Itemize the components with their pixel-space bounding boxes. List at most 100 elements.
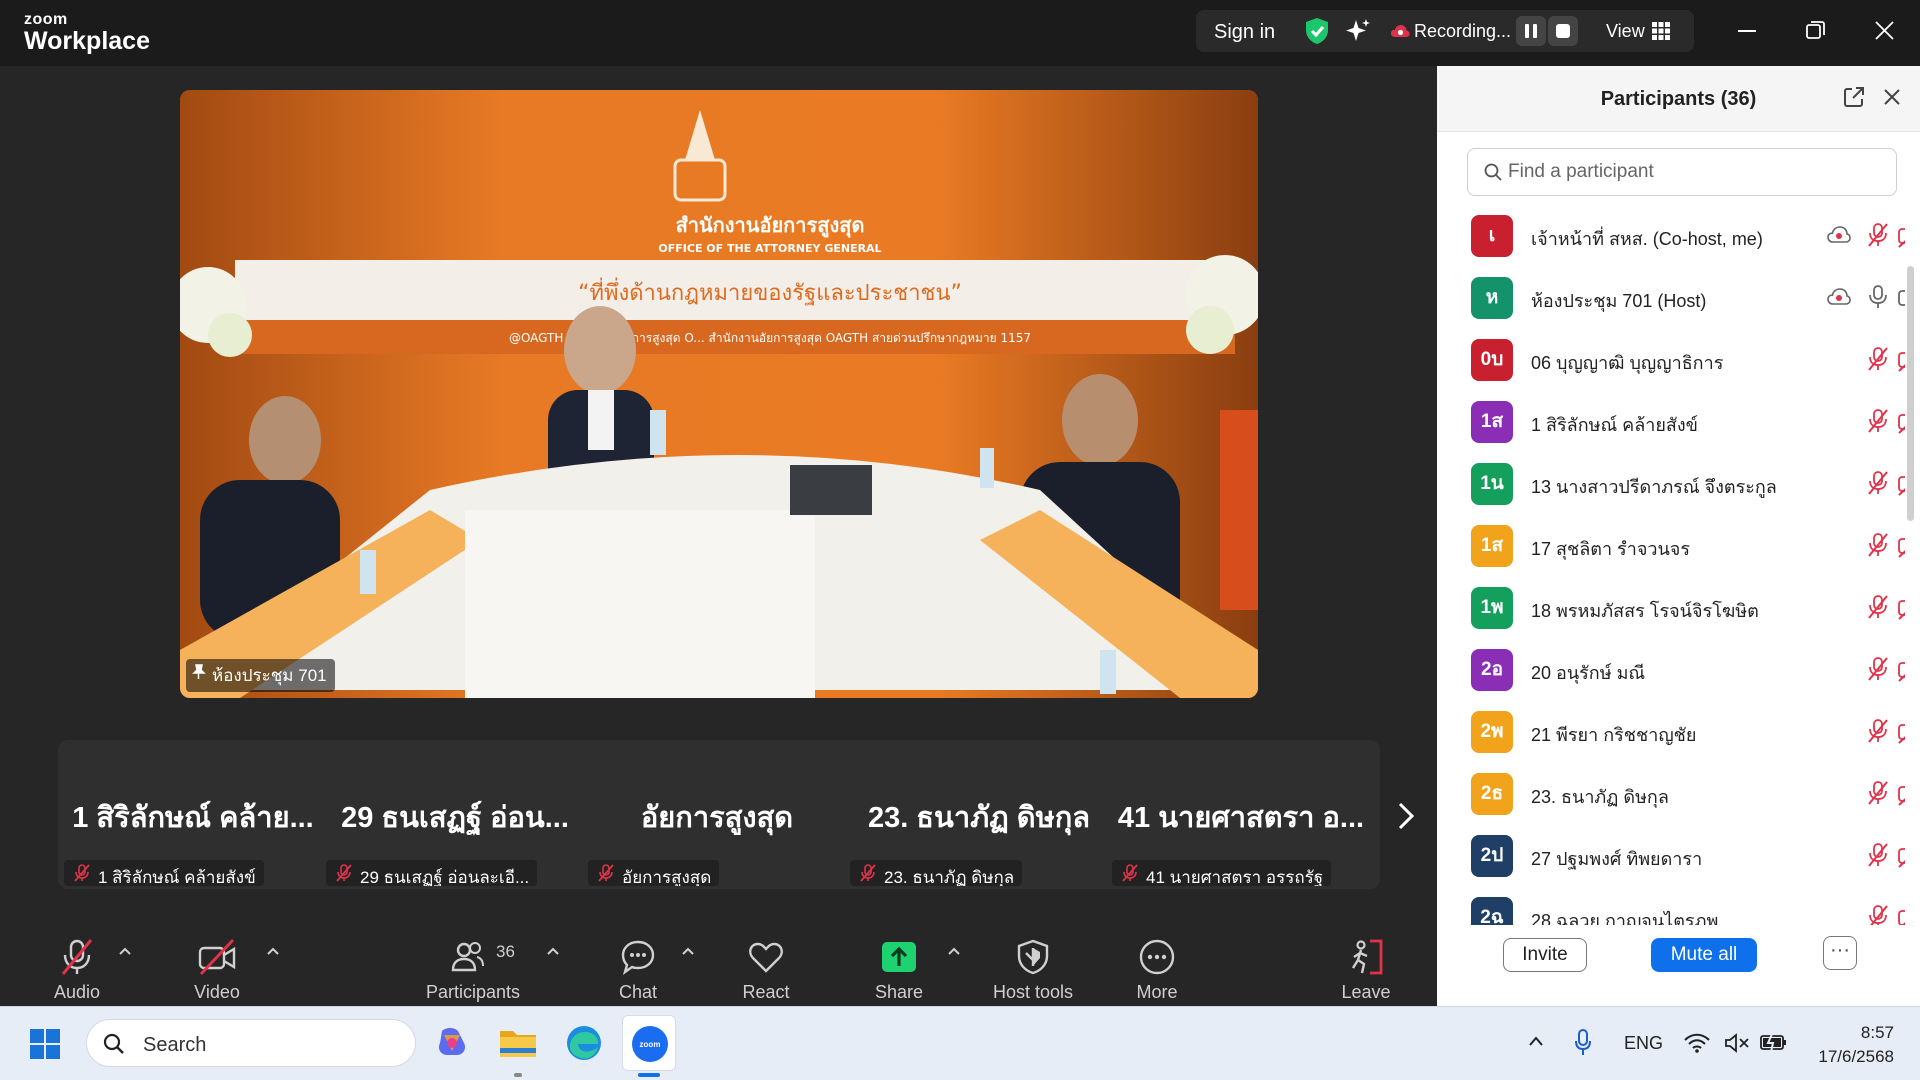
- pause-recording-button[interactable]: [1516, 16, 1546, 46]
- video-frame-scene: สำนักงานอัยการสูงสุด OFFICE OF THE ATTOR…: [180, 90, 1258, 698]
- logo-bottom: Workplace: [24, 27, 150, 55]
- mic-muted-icon[interactable]: [1867, 223, 1889, 247]
- participant-search-input[interactable]: [1508, 159, 1878, 185]
- strip-tile[interactable]: 29 ธนเสฏฐ์ อ่อน... 29 ธนเสฏฐ์ อ่อนละเอี.…: [320, 740, 582, 889]
- video-options-caret-icon[interactable]: [266, 946, 280, 956]
- participant-row[interactable]: เ เจ้าหน้าที่ สหส. (Co-host, me): [1437, 207, 1905, 269]
- invite-button[interactable]: Invite: [1503, 938, 1587, 972]
- camera-off-icon[interactable]: [1897, 596, 1905, 620]
- react-button[interactable]: React: [701, 938, 831, 1010]
- video-name-label: ห้องประชุม 701: [212, 666, 327, 685]
- host-tools-button[interactable]: Host tools: [968, 938, 1098, 1010]
- participant-row[interactable]: 2ฉ 28 ฉลวย กาญจนไตรภพ: [1437, 889, 1905, 925]
- scrollbar-thumb[interactable]: [1907, 266, 1914, 521]
- participant-search-box[interactable]: [1467, 148, 1897, 196]
- camera-off-icon[interactable]: [1897, 658, 1905, 682]
- camera-icon[interactable]: [1897, 286, 1905, 310]
- strip-tile[interactable]: 41 นายศาสตรา อ... 41 นายศาสตรา อรรถรัฐ: [1106, 740, 1368, 889]
- mic-muted-icon[interactable]: [1867, 347, 1889, 371]
- input-language-indicator[interactable]: ENG: [1624, 1033, 1663, 1054]
- participant-row[interactable]: 2ป 27 ปฐมพงศ์ ทิพยดารา: [1437, 827, 1905, 889]
- participant-strip: 1 สิริลักษณ์ คล้าย... 1 สิริลักษณ์ คล้าย…: [58, 740, 1380, 889]
- mic-muted-icon[interactable]: [1867, 471, 1889, 495]
- more-button[interactable]: More: [1092, 938, 1222, 1010]
- video-button[interactable]: Video: [152, 938, 282, 1010]
- close-panel-icon[interactable]: [1883, 88, 1901, 106]
- participant-row[interactable]: 2ธ 23. ธนาภัฏ ดิษกุล: [1437, 765, 1905, 827]
- participant-name: 17 สุชลิตา รำจวนจร: [1531, 539, 1691, 559]
- strip-tile[interactable]: อัยการสูงสุด อัยการสูงสุด: [582, 740, 844, 889]
- mic-muted-icon[interactable]: [1867, 533, 1889, 557]
- minimize-icon[interactable]: [1738, 30, 1756, 32]
- audio-options-caret-icon[interactable]: [118, 946, 132, 956]
- camera-off-icon[interactable]: [1897, 348, 1905, 372]
- file-explorer-app-icon[interactable]: [496, 1021, 540, 1065]
- strip-tile[interactable]: 23. ธนาภัฏ ดิษกุล 23. ธนาภัฏ ดิษกุล: [844, 740, 1106, 889]
- stop-recording-button[interactable]: [1548, 16, 1578, 46]
- participant-row[interactable]: 0บ 06 บุญญาฒิ บุญญาธิการ: [1437, 331, 1905, 393]
- close-window-icon[interactable]: [1875, 21, 1894, 40]
- backdrop-title-th: สำนักงานอัยการสูงสุด: [676, 213, 865, 239]
- microphone-in-use-icon[interactable]: [1574, 1029, 1592, 1057]
- taskbar-search-box[interactable]: Search: [86, 1019, 416, 1067]
- camera-off-icon[interactable]: [1897, 410, 1905, 434]
- strip-tile[interactable]: 1 สิริลักษณ์ คล้าย... 1 สิริลักษณ์ คล้าย…: [58, 740, 320, 889]
- participant-row[interactable]: 1พ 18 พรหมภัสสร โรจน์จิรโฆษิต: [1437, 579, 1905, 641]
- participant-row[interactable]: 2อ 20 อนุรักษ์ มณี: [1437, 641, 1905, 703]
- camera-off-icon[interactable]: [1897, 472, 1905, 496]
- wifi-icon[interactable]: [1684, 1033, 1710, 1053]
- share-button[interactable]: Share: [834, 938, 964, 1010]
- camera-off-icon[interactable]: [1897, 844, 1905, 868]
- edge-browser-icon[interactable]: [562, 1021, 606, 1065]
- mic-muted-icon[interactable]: [1867, 719, 1889, 743]
- camera-off-icon[interactable]: [1897, 534, 1905, 558]
- clock-time: 8:57: [1860, 1023, 1894, 1042]
- participant-row[interactable]: 1ส 1 สิริลักษณ์ คล้ายสังข์: [1437, 393, 1905, 455]
- chevron-right-icon[interactable]: [1396, 801, 1416, 831]
- mic-muted-icon[interactable]: [1867, 409, 1889, 433]
- participants-options-caret-icon[interactable]: [546, 946, 560, 956]
- panel-more-button[interactable]: ···: [1823, 936, 1857, 970]
- mic-muted-icon[interactable]: [1867, 843, 1889, 867]
- pop-out-icon[interactable]: [1843, 86, 1865, 108]
- mic-muted-icon[interactable]: [1867, 595, 1889, 619]
- leave-button[interactable]: Leave: [1301, 938, 1431, 1010]
- mic-muted-icon: [1122, 864, 1138, 882]
- grid-view-icon[interactable]: [1652, 22, 1670, 40]
- zoom-app-taskbar-button[interactable]: zoom: [622, 1015, 676, 1071]
- camera-off-icon[interactable]: [1897, 224, 1905, 248]
- participant-row[interactable]: ห ห้องประชุม 701 (Host): [1437, 269, 1905, 331]
- copilot-app-icon[interactable]: [430, 1021, 474, 1065]
- active-speaker-video[interactable]: สำนักงานอัยการสูงสุด OFFICE OF THE ATTOR…: [180, 90, 1258, 698]
- camera-off-icon[interactable]: [1897, 782, 1905, 806]
- mic-muted-icon[interactable]: [1867, 905, 1889, 925]
- host-tools-label: Host tools: [992, 982, 1074, 1002]
- participant-avatar: 1ส: [1471, 525, 1513, 567]
- view-button[interactable]: View: [1606, 21, 1645, 42]
- windows-start-icon[interactable]: [30, 1029, 60, 1059]
- participants-button[interactable]: 36 Participants: [408, 938, 538, 1010]
- mic-icon[interactable]: [1867, 285, 1889, 309]
- participant-list-scrollbar[interactable]: [1907, 206, 1915, 916]
- system-clock[interactable]: 8:57 17/6/2568: [1804, 1021, 1894, 1069]
- mute-all-button[interactable]: Mute all: [1651, 938, 1757, 972]
- battery-charging-icon[interactable]: [1760, 1031, 1788, 1053]
- chat-options-caret-icon[interactable]: [681, 946, 695, 956]
- participant-row[interactable]: 1น 13 นางสาวปรีดาภรณ์ จึงตระกูล: [1437, 455, 1905, 517]
- shield-check-icon[interactable]: [1304, 17, 1330, 45]
- participant-row[interactable]: 1ส 17 สุชลิตา รำจวนจร: [1437, 517, 1905, 579]
- participant-row[interactable]: 2พ 21 พีรยา กริชชาญชัย: [1437, 703, 1905, 765]
- camera-off-icon[interactable]: [1897, 906, 1905, 925]
- ai-sparkle-icon[interactable]: [1344, 17, 1372, 45]
- share-options-caret-icon[interactable]: [947, 946, 961, 956]
- tile-name-tag: 23. ธนาภัฏ ดิษกุล: [850, 860, 1023, 886]
- cloud-recording-icon: [1827, 226, 1851, 244]
- participant-avatar: 1พ: [1471, 587, 1513, 629]
- camera-off-icon[interactable]: [1897, 720, 1905, 744]
- speaker-muted-icon[interactable]: [1724, 1033, 1750, 1053]
- restore-icon[interactable]: [1806, 21, 1825, 40]
- mic-muted-icon[interactable]: [1867, 657, 1889, 681]
- show-hidden-icons-chevron-icon[interactable]: [1528, 1035, 1544, 1047]
- sign-in-link[interactable]: Sign in: [1214, 21, 1275, 44]
- mic-muted-icon[interactable]: [1867, 781, 1889, 805]
